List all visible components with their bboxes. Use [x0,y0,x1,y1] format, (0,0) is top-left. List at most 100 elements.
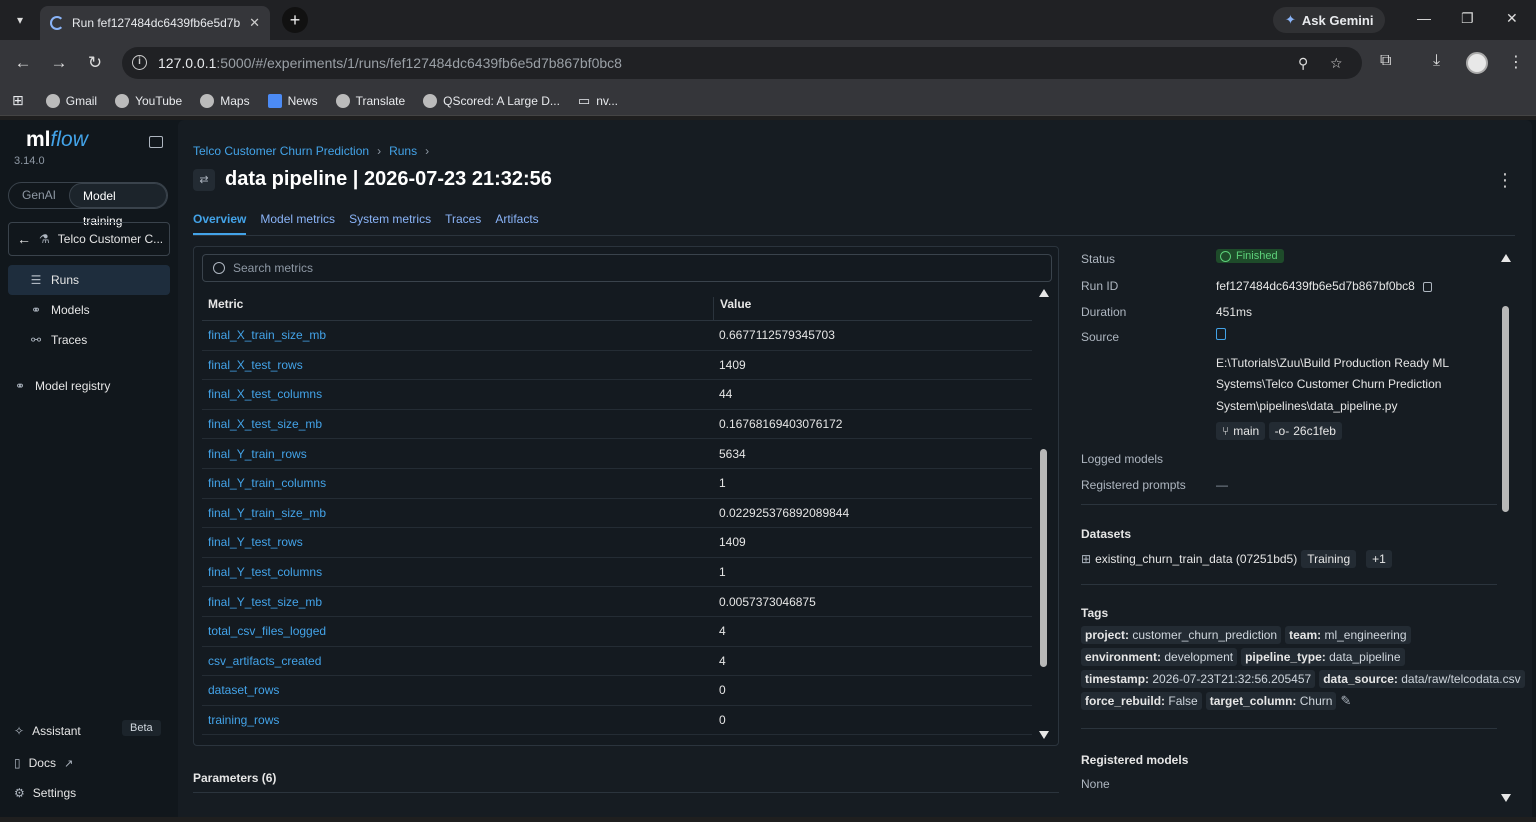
more-datasets-chip[interactable]: +1 [1366,550,1392,568]
tags-line: environment: development pipeline_type: d… [1081,648,1501,670]
more-options-icon[interactable]: ⋮ [1496,170,1514,191]
tab-overview[interactable]: Overview [193,212,247,235]
parameters-heading[interactable]: Parameters (6) [193,771,276,785]
bookmark-star-icon[interactable]: ☆ [1330,55,1343,72]
scroll-down-icon[interactable] [1039,731,1049,739]
metrics-scrollbar[interactable] [1038,289,1050,739]
parameters-panel [193,792,1059,822]
sidebar-item-traces[interactable]: ⚯ Traces [8,325,170,355]
sidebar-item-models[interactable]: ⚭ Models [8,295,170,325]
browser-menu-icon[interactable]: ⋮ [1508,52,1524,72]
metric-name-link[interactable]: total_csv_files_logged [202,624,713,638]
status-badge: Finished [1216,249,1284,263]
version-label: 3.14.0 [14,155,45,167]
docs-link[interactable]: ▯ Docs ↗ [14,756,73,770]
zoom-icon[interactable]: ⚲ [1298,55,1308,72]
segment-model-training[interactable]: Model training [69,183,167,228]
scroll-up-icon[interactable] [1039,289,1049,297]
breadcrumb-chevron-icon: › [377,144,382,158]
source-path-line-1[interactable]: E:\Tutorials\Zuu\Build Production Ready … [1216,356,1449,370]
scroll-up-icon[interactable] [1501,254,1511,262]
tag-chip: project: customer_churn_prediction [1081,626,1282,644]
copy-icon[interactable] [1422,281,1432,292]
apps-grid-icon[interactable]: ⊞ [12,92,24,109]
tag-chip: data_source: data/raw/telcodata.csv [1319,670,1525,688]
tag-value: False [1168,694,1198,708]
sidebar-item-runs[interactable]: ☰ Runs [8,265,170,295]
scroll-thumb[interactable] [1502,306,1509,512]
metric-name-link[interactable]: final_Y_train_rows [202,447,713,461]
tag-chip: timestamp: 2026-07-23T21:32:56.205457 [1081,670,1316,688]
breadcrumb-experiment[interactable]: Telco Customer Churn Prediction [193,144,369,158]
collapse-sidebar-icon[interactable] [149,136,163,148]
details-scrollbar[interactable] [1500,254,1512,802]
source-path-line-2[interactable]: Systems\Telco Customer Churn Prediction [1216,377,1441,391]
table-icon: ⊞ [1081,552,1092,566]
tab-close-icon[interactable]: ✕ [249,15,260,31]
browser-tab[interactable]: Run fef127484dc6439fb6e5d7b ✕ [40,6,270,40]
metric-name-link[interactable]: final_Y_train_columns [202,476,713,490]
sidebar: mlflow 3.14.0 GenAI Model training ← ⚗ T… [0,120,178,817]
url-input[interactable]: i 127.0.0.1:5000/#/experiments/1/runs/fe… [122,47,1362,79]
bookmark-youtube[interactable]: YouTube [115,93,182,108]
bookmark-maps[interactable]: Maps [200,93,250,108]
mlflow-logo[interactable]: mlflow [26,128,88,152]
tab-artifacts[interactable]: Artifacts [495,212,538,235]
globe-icon [115,93,130,108]
extensions-icon[interactable]: ⧉ [1380,52,1391,70]
bookmark-qscored[interactable]: QScored: A Large D... [423,93,560,108]
tag-key: timestamp [1085,672,1146,686]
ask-gemini-button[interactable]: ✦ Ask Gemini [1273,7,1386,33]
forward-icon[interactable]: → [41,53,77,73]
back-icon[interactable]: ← [5,53,41,73]
metric-name-link[interactable]: dataset_rows [202,683,713,697]
segment-genai[interactable]: GenAI [9,183,69,208]
tab-traces[interactable]: Traces [445,212,481,235]
edit-tags-pencil-icon[interactable]: ✎ [1340,693,1351,709]
metric-name-link[interactable]: csv_artifacts_created [202,654,713,668]
settings-link[interactable]: ⚙ Settings [14,786,76,800]
minimize-icon[interactable]: — [1417,10,1431,26]
metric-name-link[interactable]: final_X_test_rows [202,358,713,372]
downloads-icon[interactable]: ⤓ [1433,52,1440,70]
profile-avatar[interactable] [1466,52,1488,74]
table-row: final_X_test_rows 1409 [202,351,1032,381]
metric-name-link[interactable]: final_X_test_columns [202,387,713,401]
url-path: :5000/#/experiments/1/runs/fef127484dc64… [216,55,622,71]
reload-icon[interactable]: ↻ [77,53,113,73]
breadcrumb-runs[interactable]: Runs [389,144,417,158]
tab-search-chevron-icon[interactable]: ▾ [0,0,40,40]
scroll-thumb[interactable] [1040,449,1047,667]
restore-icon[interactable]: ❐ [1461,10,1474,27]
bookmark-translate[interactable]: Translate [335,93,405,108]
metric-name-link[interactable]: final_Y_test_rows [202,535,713,549]
table-row: total_csv_files_logged 4 [202,617,1032,647]
metric-name-link[interactable]: training_rows [202,713,713,727]
scroll-down-icon[interactable] [1501,794,1511,802]
dataset-name[interactable]: existing_churn_train_data (07251bd5) [1095,552,1297,566]
new-tab-button[interactable]: + [282,7,308,33]
tags-line: project: customer_churn_prediction team: … [1081,626,1501,648]
bookmark-gmail[interactable]: Gmail [45,93,97,108]
metric-name-link[interactable]: final_X_test_size_mb [202,417,713,431]
search-metrics-input[interactable]: Search metrics [202,254,1052,282]
assistant-link[interactable]: ✧ Assistant [14,724,81,738]
book-icon: ▯ [14,756,21,770]
experiment-back-button[interactable]: ← ⚗ Telco Customer C... [8,222,170,256]
tab-model-metrics[interactable]: Model metrics [260,212,335,235]
models-icon: ⚭ [30,303,42,317]
site-info-icon[interactable]: i [132,55,147,70]
bookmark-news[interactable]: News [267,93,318,108]
tab-system-metrics[interactable]: System metrics [349,212,431,235]
source-path-line-3[interactable]: System\pipelines\data_pipeline.py [1216,399,1397,413]
commit-chip[interactable]: -o- 26c1feb [1268,422,1342,440]
metric-name-link[interactable]: final_Y_train_size_mb [202,506,713,520]
search-icon [213,262,225,274]
sidebar-item-model-registry[interactable]: ⚭ Model registry [8,371,170,401]
metric-name-link[interactable]: final_Y_test_size_mb [202,595,713,609]
bookmark-label: News [287,93,318,108]
metric-name-link[interactable]: final_Y_test_columns [202,565,713,579]
metric-name-link[interactable]: final_X_train_size_mb [202,328,713,342]
close-window-icon[interactable]: ✕ [1506,10,1518,27]
bookmark-folder[interactable]: ▭ nv... [578,93,618,109]
